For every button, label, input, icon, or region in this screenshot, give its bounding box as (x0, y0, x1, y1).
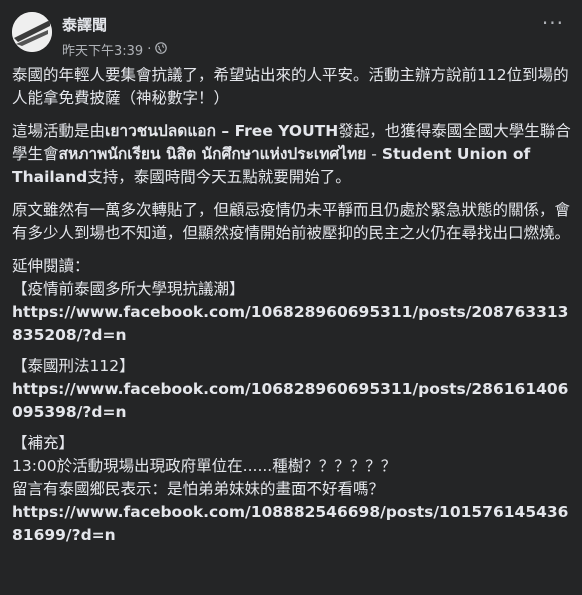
supplement-line-1: 13:00於活動現場出現政府單位在......種樹？？？？？？ (12, 457, 397, 475)
further-reading-title: 延伸閱讀： (12, 257, 90, 275)
paragraph-context: 原文雖然有一萬多次轉貼了，但顧忌疫情仍未平靜而且仍處於緊急狀態的關係，會有多少人… (12, 201, 571, 242)
globe-icon (155, 41, 168, 58)
organizer-english-name: Free YOUTH (234, 122, 339, 140)
link2-url[interactable]: https://www.facebook.com/106828960695311… (12, 378, 574, 424)
supplement-line-2: 留言有泰國鄉民表示：是怕弟弟妹妹的畫面不好看嗎？ (12, 480, 385, 498)
supplement-title: 【補充】 (12, 434, 75, 452)
link1-url[interactable]: https://www.facebook.com/106828960695311… (12, 301, 574, 347)
avatar[interactable] (12, 12, 52, 52)
text-segment: 支持，泰國時間今天五點就要開始了。 (87, 168, 351, 186)
page-name[interactable]: 泰譯聞 (62, 14, 107, 35)
more-options-button[interactable]: ··· (542, 13, 564, 33)
further-reading: 延伸閱讀： 【疫情前泰國多所大學現抗議潮】 https://www.facebo… (12, 255, 574, 547)
post-meta: 昨天下午3:39 · (62, 40, 168, 59)
link1-title: 【疫情前泰國多所大學現抗議潮】 (12, 280, 245, 298)
organizer-thai-name: เยาวชนปลดแอก (105, 122, 217, 140)
paragraph-organizers: 這場活動是由เยาวชนปลดแอก – Free YOUTH發起，也獲得泰國全… (12, 120, 574, 189)
text-segment: - (366, 145, 382, 163)
union-thai-name: สหภาพนักเรียน นิสิต นักศึกษาแห่งประเทศไท… (58, 145, 367, 163)
link2-title: 【泰國刑法112】 (12, 357, 135, 375)
link3-url[interactable]: https://www.facebook.com/108882546698/po… (12, 501, 574, 547)
post-timestamp[interactable]: 昨天下午3:39 (62, 40, 143, 59)
post-header: 泰譯聞 昨天下午3:39 · ··· (12, 10, 570, 62)
text-segment: – (216, 122, 235, 140)
meta-separator: · (147, 42, 152, 57)
paragraph-intro: 泰國的年輕人要集會抗議了，希望站出來的人平安。活動主辦方說前112位到場的人能拿… (12, 66, 569, 107)
post-content: 泰國的年輕人要集會抗議了，希望站出來的人平安。活動主辦方說前112位到場的人能拿… (12, 64, 574, 547)
text-segment: 這場活動是由 (12, 122, 106, 140)
